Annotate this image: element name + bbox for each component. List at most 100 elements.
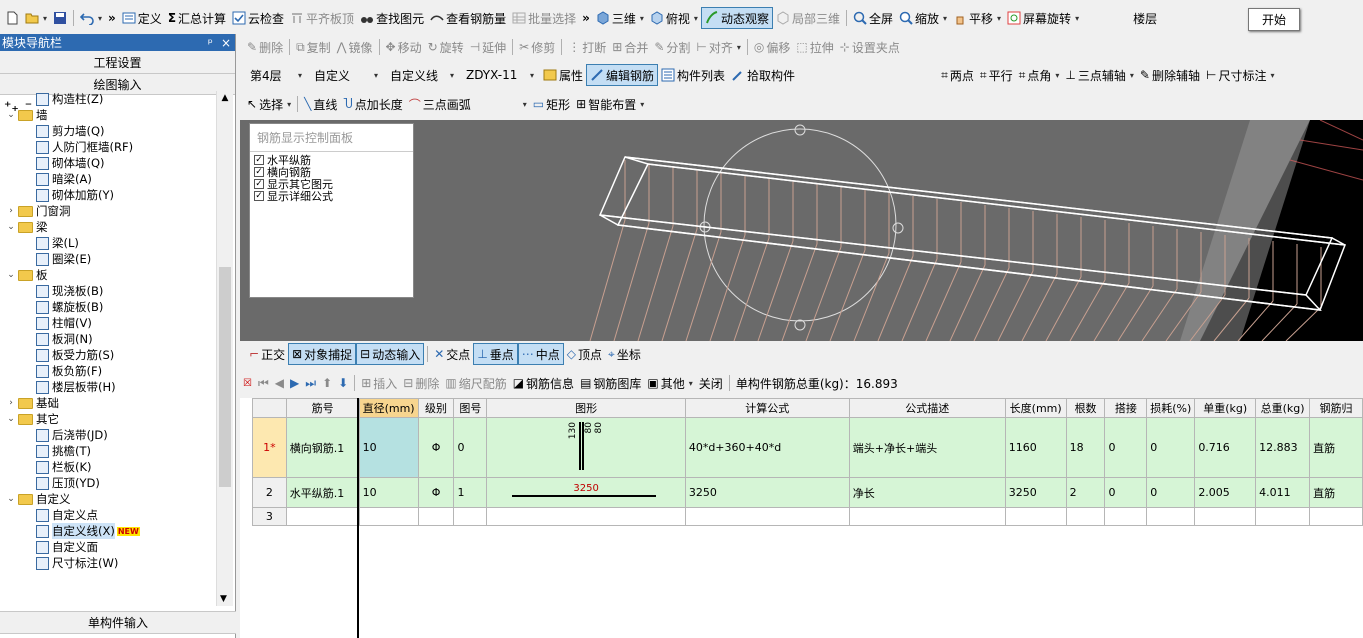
cell-lap[interactable]: 0 (1104, 417, 1148, 478)
orbit-button[interactable]: 动态观察 (700, 7, 773, 29)
tree-folder[interactable]: › 基础 (0, 395, 216, 411)
tree-item[interactable]: 暗梁(A) (0, 171, 216, 187)
project-settings-button[interactable]: 工程设置 (0, 51, 235, 74)
edit-split-button[interactable]: ✎ 分割 (651, 36, 693, 58)
cell-unit-weight[interactable] (1194, 507, 1257, 526)
batch-select-button[interactable]: 批量选择 (509, 7, 579, 29)
cell-class[interactable]: 直筋 (1309, 477, 1363, 508)
tree-folder[interactable]: ⌄ 墙 (0, 107, 216, 123)
cell-shape[interactable]: 3250 (486, 477, 686, 508)
edit-align-button[interactable]: ⊢ 对齐 ▾ (693, 36, 743, 58)
tree-item[interactable]: 柱帽(V) (0, 315, 216, 331)
delete-row-button[interactable]: ⊟ 删除 (400, 372, 442, 394)
table-row[interactable]: 2 水平纵筋.1 10 Φ 1 3250 3250 净长 3250 2 0 0 … (252, 477, 1363, 508)
smart-layout-button[interactable]: ⊞ 智能布置 ▾ (573, 93, 647, 115)
cell-fig-no[interactable]: 0 (453, 417, 488, 478)
last-record-button[interactable]: ⏭ (302, 372, 319, 394)
cell-shape[interactable] (486, 507, 686, 526)
scroll-thumb[interactable] (219, 267, 231, 487)
tree-item[interactable]: 尺寸标注(W) (0, 555, 216, 571)
tree-item[interactable]: 板受力筋(S) (0, 347, 216, 363)
edit-stretch-button[interactable]: ⬚ 拉伸 (793, 36, 836, 58)
dynamic-input-button[interactable]: ⊟ 动态输入 (356, 343, 425, 365)
edit-offset-button[interactable]: ◎ 偏移 (751, 36, 794, 58)
checkbox-icon[interactable]: ✓ (254, 167, 264, 177)
tree-item[interactable]: 板负筋(F) (0, 363, 216, 379)
chevron-down-icon[interactable]: ⌄ (6, 494, 16, 504)
rebar-option-checkbox[interactable]: ✓ 显示详细公式 (250, 190, 413, 202)
tree-item[interactable]: 压顶(YD) (0, 475, 216, 491)
chevron-down-icon[interactable]: ⌄ (6, 222, 16, 232)
intersection-button[interactable]: ✕ 交点 (431, 343, 473, 365)
rebar-library-button[interactable]: ▤ 钢筋图库 (577, 372, 644, 394)
cell-total-weight[interactable]: 4.011 (1255, 477, 1311, 508)
cell-length[interactable]: 3250 (1004, 477, 1067, 508)
cell-grade[interactable] (417, 507, 455, 526)
chevron-down-icon[interactable]: ⌄ (6, 110, 16, 120)
select-button[interactable]: ↖ 选择 ▾ (244, 93, 294, 115)
view-3d-button[interactable]: 三维 ▾ (593, 7, 647, 29)
tree-item[interactable]: 梁(L) (0, 235, 216, 251)
chevron-down-icon[interactable]: ⌄ (6, 414, 16, 424)
first-record-button[interactable]: ⏮ (255, 372, 272, 394)
scale-rebar-button[interactable]: ▥ 缩尺配筋 (442, 372, 509, 394)
cell-formula[interactable]: 40*d+360+40*d (684, 417, 850, 478)
chevron-right-icon[interactable]: › (6, 206, 16, 216)
scroll-down-icon[interactable]: ▼ (220, 594, 227, 604)
edit-grip-button[interactable]: ⊹ 设置夹点 (837, 36, 903, 58)
cell-loss[interactable]: 0 (1146, 477, 1196, 508)
edit-delete-button[interactable]: ✎ 删除 (244, 36, 286, 58)
edit-trim-button[interactable]: ✂ 修剪 (516, 36, 558, 58)
prev-record-button[interactable]: ◀ (272, 372, 287, 394)
other-button[interactable]: ▣ 其他 ▾ (644, 372, 695, 394)
move-down-button[interactable]: ⬇ (335, 372, 351, 394)
tree-folder[interactable]: ⌄ 自定义 (0, 491, 216, 507)
three-point-axis-button[interactable]: ⊥ 三点辅轴 ▾ (1062, 64, 1136, 86)
cell-unit-weight[interactable]: 2.005 (1194, 477, 1257, 508)
tree-item[interactable]: 后浇带(JD) (0, 427, 216, 443)
cell-unit-weight[interactable]: 0.716 (1194, 417, 1257, 478)
perpendicular-button[interactable]: ⊥ 垂点 (473, 343, 518, 365)
tree-item[interactable]: 自定义面 (0, 539, 216, 555)
save-button[interactable] (50, 7, 70, 29)
floor-menu[interactable]: 楼层 (1130, 7, 1160, 29)
tree-item[interactable]: 砌体加筋(Y) (0, 187, 216, 203)
start-button[interactable]: 开始 (1248, 8, 1300, 31)
chevron-right-icon[interactable]: › (6, 398, 16, 408)
tree-folder[interactable]: ⌄ 梁 (0, 219, 216, 235)
rebar-option-checkbox[interactable]: ✓ 显示其它图元 (250, 178, 413, 190)
coordinate-button[interactable]: ⌖ 坐标 (605, 343, 644, 365)
cell-count[interactable] (1065, 507, 1106, 526)
cloud-check-button[interactable]: 云检查 (229, 7, 287, 29)
tree-item[interactable]: 自定义点 (0, 507, 216, 523)
undo-button[interactable]: ▾ (77, 7, 105, 29)
single-input-button[interactable]: 单构件输入 (0, 611, 236, 634)
cell-loss[interactable] (1146, 507, 1196, 526)
cell-desc[interactable]: 净长 (848, 477, 1006, 508)
next-record-button[interactable]: ▶ (287, 372, 302, 394)
table-row[interactable]: 1* 横向钢筋.1 10 Φ 0 130 80 80 40*d+360+40*d… (252, 417, 1363, 478)
rebar-option-checkbox[interactable]: ✓ 水平纵筋 (250, 154, 413, 166)
cell-fig-no[interactable]: 1 (453, 477, 488, 508)
sum-button[interactable]: Σ 汇总计算 (165, 7, 229, 29)
rectangle-button[interactable]: ▭ 矩形 (530, 93, 573, 115)
component-select[interactable]: ZDYX-11 ▾ (463, 65, 537, 85)
delete-axis-button[interactable]: ✎ 删除辅轴 (1137, 64, 1203, 86)
point-angle-button[interactable]: ⌗ 点角 ▾ (1016, 64, 1063, 86)
edit-rotate-button[interactable]: ↻ 旋转 (425, 36, 467, 58)
edit-mirror-button[interactable]: ⋀ 镜像 (334, 36, 376, 58)
cell-diameter[interactable] (358, 507, 419, 526)
edit-break-button[interactable]: ⋮ 打断 (565, 36, 609, 58)
rebar-option-checkbox[interactable]: ✓ 横向钢筋 (250, 166, 413, 178)
panel-close-icon[interactable]: ☒ (240, 372, 255, 394)
tree-folder[interactable]: ⌄ 其它 (0, 411, 216, 427)
cell-lap[interactable] (1104, 507, 1148, 526)
component-list-button[interactable]: 构件列表 (658, 64, 728, 86)
cell-count[interactable]: 18 (1065, 417, 1106, 478)
tree-item[interactable]: 楼层板带(H) (0, 379, 216, 395)
category-select[interactable]: 自定义 ▾ (311, 65, 381, 85)
checkbox-icon[interactable]: ✓ (254, 155, 264, 165)
tree-item[interactable]: 栏板(K) (0, 459, 216, 475)
tree-scrollbar[interactable]: ▲ ▼ (216, 91, 233, 606)
cell-total-weight[interactable] (1255, 507, 1311, 526)
